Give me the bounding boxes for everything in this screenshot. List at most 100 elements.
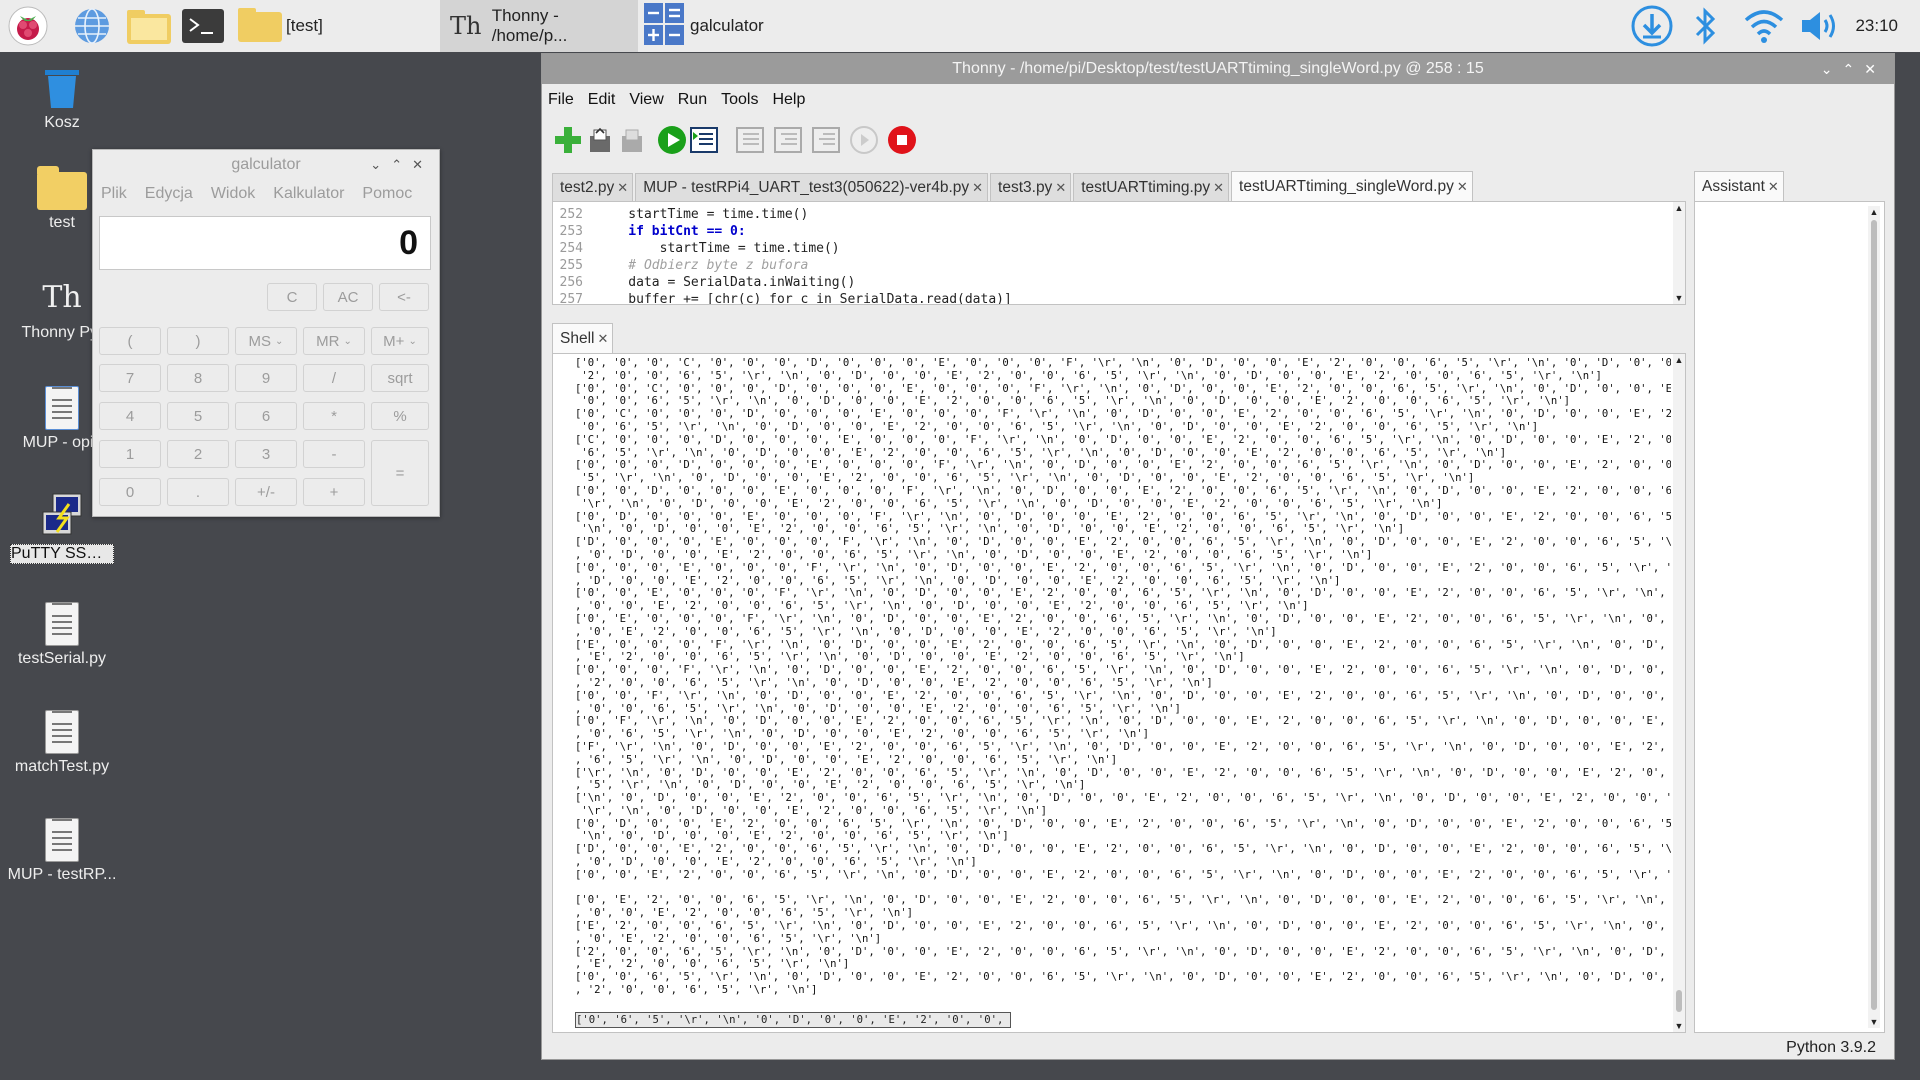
desktop-icon-testserial[interactable]: testSerial.py [0,602,124,668]
bluetooth-icon[interactable] [1688,4,1724,48]
file-manager-icon[interactable] [124,4,174,48]
step-out-button[interactable] [810,122,842,158]
resume-button[interactable] [848,122,880,158]
minimize-icon[interactable]: ⌄ [1821,61,1843,77]
scroll-up-icon[interactable]: ▲ [1868,206,1880,218]
subtract-button[interactable]: - [303,440,365,468]
digit-5-button[interactable]: 5 [167,402,229,430]
thonny-titlebar[interactable]: Thonny - /home/pi/Desktop/test/testUARTt… [542,54,1894,84]
sqrt-button[interactable]: sqrt [371,364,429,392]
close-icon[interactable]: ✕ [412,157,433,172]
scroll-down-icon[interactable]: ▼ [1868,1016,1880,1028]
backspace-button[interactable]: <- [379,283,429,311]
menu-view[interactable]: View [629,91,663,109]
step-into-button[interactable] [772,122,804,158]
menu-tools[interactable]: Tools [721,91,758,109]
close-tab-icon[interactable]: ✕ [597,331,608,346]
menu-edit[interactable]: Edit [588,91,616,109]
close-tab-icon[interactable]: ✕ [1768,179,1779,194]
open-paren-button[interactable]: ( [99,327,161,355]
browser-globe-icon[interactable] [70,4,114,48]
maximize-icon[interactable]: ⌃ [1843,61,1865,77]
python-version-status[interactable]: Python 3.9.2 [1786,1039,1876,1057]
memory-recall-button[interactable]: MR ⌄ [303,327,365,355]
scroll-down-icon[interactable]: ▼ [1673,292,1685,304]
digit-4-button[interactable]: 4 [99,402,161,430]
clock[interactable]: 23:10 [1855,0,1898,52]
tab-shell[interactable]: Shell ✕ [552,323,614,353]
menu-edycja[interactable]: Edycja [145,185,193,203]
digit-3-button[interactable]: 3 [235,440,297,468]
open-file-button[interactable] [584,122,616,158]
editor-scrollbar[interactable]: ▲ ▼ [1673,202,1685,304]
digit-1-button[interactable]: 1 [99,440,161,468]
menu-widok[interactable]: Widok [211,185,255,203]
code-editor[interactable]: 252 startTime = time.time() 253 if bitCn… [552,201,1686,305]
menu-file[interactable]: File [548,91,574,109]
sign-toggle-button[interactable]: +/- [235,478,297,506]
percent-button[interactable]: % [371,402,429,430]
close-tab-icon[interactable]: ✕ [1213,180,1224,195]
tab-mup-testrpi4[interactable]: MUP - testRPi4_UART_test3(050622)-ver4b.… [635,173,989,201]
decimal-point-button[interactable]: . [167,478,229,506]
digit-2-button[interactable]: 2 [167,440,229,468]
taskbar-task-test-folder[interactable]: [test] [236,0,436,52]
menu-kalkulator[interactable]: Kalkulator [273,185,344,203]
desktop-icon-matchtest[interactable]: matchTest.py [0,710,124,776]
scroll-up-icon[interactable]: ▲ [1673,354,1685,366]
taskbar-task-thonny[interactable]: Th Thonny - /home/p... [440,0,638,52]
add-button[interactable]: + [303,478,365,506]
raspberry-menu-icon[interactable] [6,4,50,48]
digit-9-button[interactable]: 9 [235,364,297,392]
close-tab-icon[interactable]: ✕ [617,180,628,195]
close-tab-icon[interactable]: ✕ [1055,180,1066,195]
tab-testuarttiming[interactable]: testUARTtiming.py ✕ [1073,173,1230,201]
digit-8-button[interactable]: 8 [167,364,229,392]
equals-button[interactable]: = [371,440,429,506]
close-paren-button[interactable]: ) [167,327,229,355]
menu-run[interactable]: Run [678,91,707,109]
step-over-button[interactable] [734,122,766,158]
debug-button[interactable] [688,122,720,158]
terminal-icon[interactable] [180,4,226,48]
scroll-down-icon[interactable]: ▼ [1673,1020,1685,1032]
memory-add-button[interactable]: M+ ⌄ [371,327,429,355]
scroll-up-icon[interactable]: ▲ [1673,202,1685,214]
divide-button[interactable]: / [303,364,365,392]
all-clear-button[interactable]: AC [323,283,373,311]
assistant-scrollbar[interactable]: ▲ ▼ [1868,206,1880,1028]
menu-pomoc[interactable]: Pomoc [362,185,412,203]
digit-6-button[interactable]: 6 [235,402,297,430]
shell-panel[interactable]: ['0', '0', '0', 'C', '0', '0', '0', 'D',… [552,353,1686,1033]
desktop-icon-mup-testrp[interactable]: MUP - testRP... [0,818,124,884]
tab-test2[interactable]: test2.py ✕ [552,173,634,201]
digit-7-button[interactable]: 7 [99,364,161,392]
download-icon[interactable] [1628,4,1676,48]
taskbar-task-galculator[interactable]: galculator [642,0,842,52]
shell-input-line[interactable]: ['0', '6', '5', '\r', '\n', '0', 'D', '0… [575,1012,1011,1028]
maximize-icon[interactable]: ⌃ [391,157,412,172]
scrollbar-thumb[interactable] [1676,990,1682,1012]
new-file-button[interactable] [552,122,584,158]
clear-button[interactable]: C [267,283,317,311]
wifi-icon[interactable] [1740,4,1788,48]
run-button[interactable] [656,122,688,158]
digit-0-button[interactable]: 0 [99,478,161,506]
shell-scrollbar[interactable]: ▲ ▼ [1673,354,1685,1032]
multiply-button[interactable]: * [303,402,365,430]
close-tab-icon[interactable]: ✕ [972,180,983,195]
desktop-icon-trash[interactable]: Kosz [0,66,124,132]
close-tab-icon[interactable]: ✕ [1457,179,1468,194]
tab-assistant[interactable]: Assistant ✕ [1694,171,1784,201]
volume-icon[interactable] [1796,4,1844,48]
save-file-button[interactable] [616,122,648,158]
tab-test3[interactable]: test3.py ✕ [990,173,1072,201]
close-icon[interactable]: ✕ [1864,61,1886,77]
tab-testuarttiming-singleword[interactable]: testUARTtiming_singleWord.py ✕ [1231,171,1473,201]
menu-plik[interactable]: Plik [101,185,127,203]
calculator-titlebar[interactable]: galculator ⌄⌃✕ [93,150,439,180]
stop-button[interactable] [886,122,918,158]
minimize-icon[interactable]: ⌄ [370,157,391,172]
menu-help[interactable]: Help [772,91,805,109]
memory-store-button[interactable]: MS ⌄ [235,327,297,355]
